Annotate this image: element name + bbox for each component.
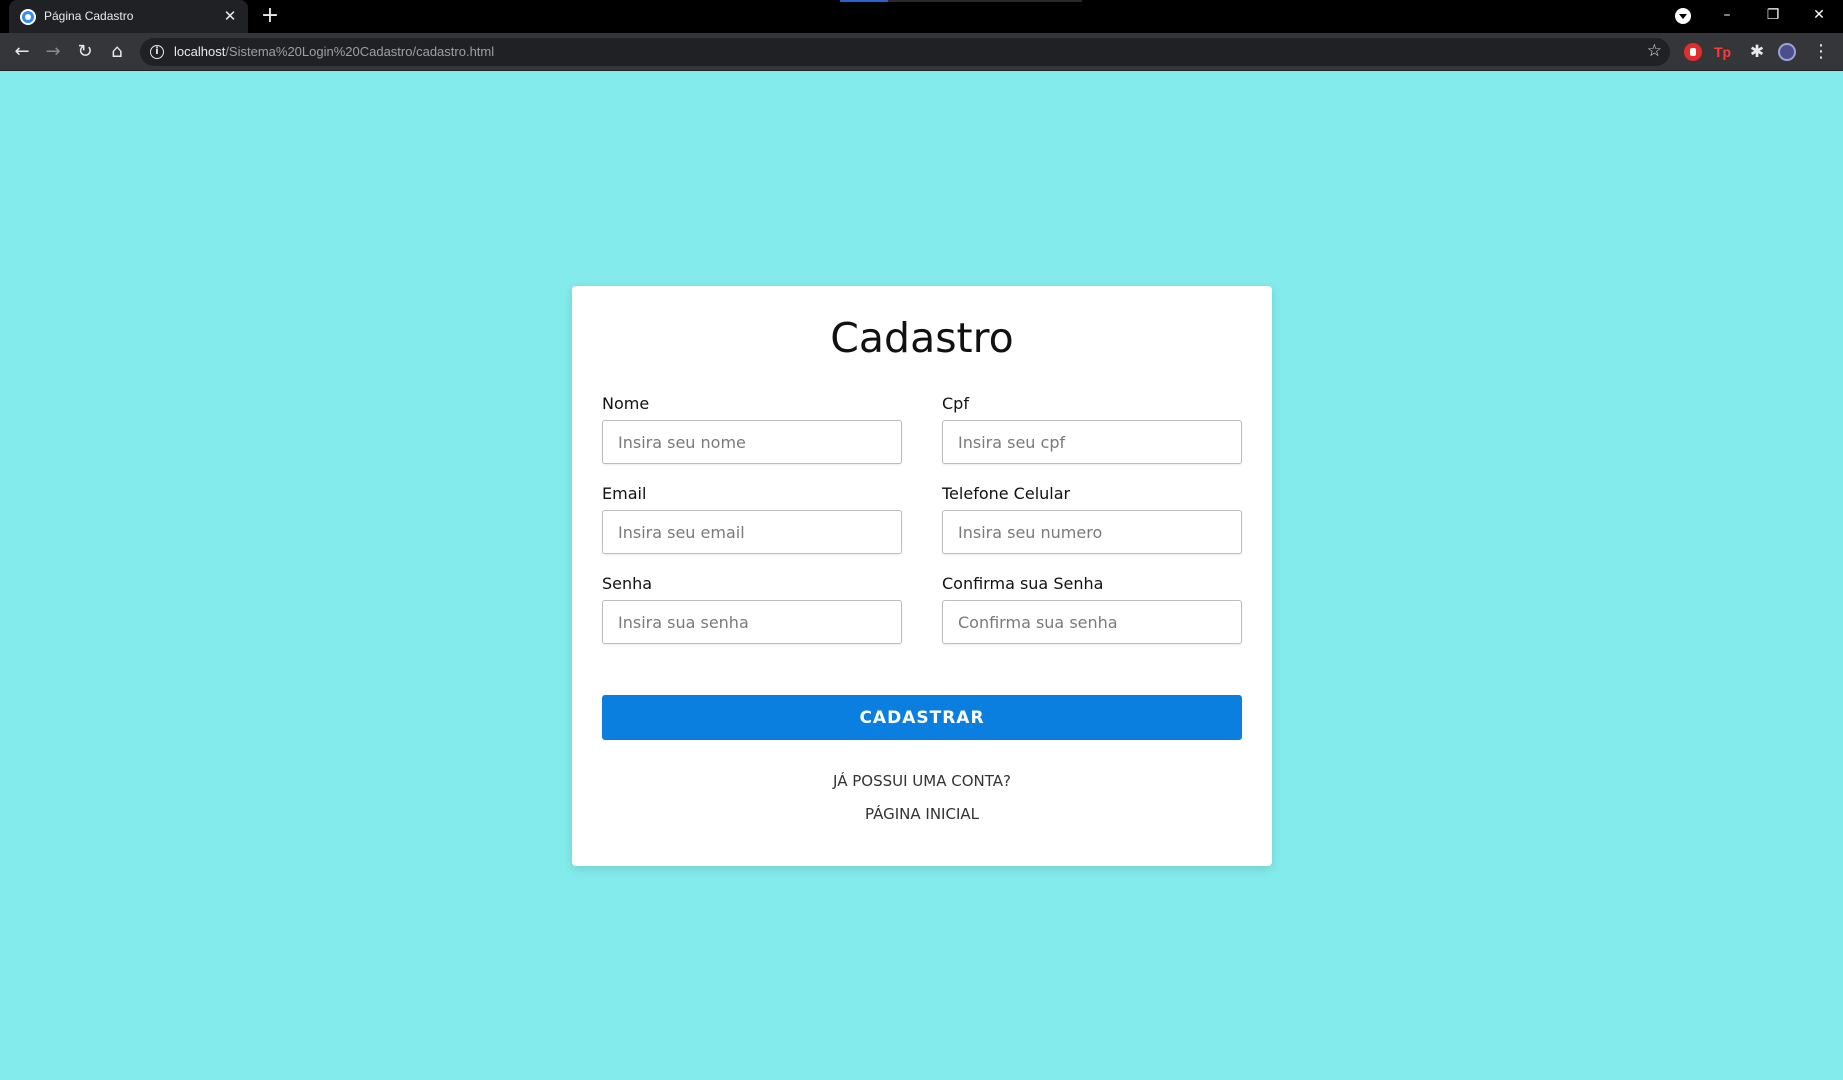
url-path: /Sistema%20Login%20Cadastro/cadastro.htm…	[225, 44, 495, 59]
cpf-input[interactable]	[942, 420, 1242, 464]
field-senha: Senha	[602, 574, 902, 644]
site-info-icon[interactable]: i	[150, 45, 164, 59]
reload-icon[interactable]: ↻	[73, 40, 97, 64]
page-background: Cadastro Nome Cpf Email Telefone Celular…	[0, 71, 1843, 1080]
tp-extension-icon[interactable]: Tp	[1714, 43, 1736, 61]
field-label: Cpf	[942, 394, 969, 413]
field-label: Nome	[602, 394, 650, 413]
browser-menu-icon[interactable]: ⋮	[1812, 43, 1830, 61]
field-label: Senha	[602, 574, 653, 593]
profile-avatar[interactable]	[1778, 43, 1796, 61]
browser-tab[interactable]: Página Cadastro ✕	[9, 0, 248, 33]
home-link[interactable]: PÁGINA INICIAL	[572, 805, 1272, 823]
field-label: Telefone Celular	[942, 484, 1071, 503]
minimize-icon[interactable]: –	[1704, 0, 1750, 30]
login-link[interactable]: JÁ POSSUI UMA CONTA?	[572, 772, 1272, 790]
close-window-icon[interactable]: ✕	[1796, 0, 1842, 30]
tab-title: Página Cadastro	[44, 9, 134, 23]
back-icon[interactable]: ←	[10, 40, 34, 64]
home-icon[interactable]: ⌂	[105, 40, 129, 64]
nome-input[interactable]	[602, 420, 902, 464]
browser-toolbar: ← → ↻ ⌂ i localhost/Sistema%20Login%20Ca…	[0, 33, 1843, 71]
field-nome: Nome	[602, 394, 902, 464]
extensions-puzzle-icon[interactable]: ✱	[1748, 43, 1766, 61]
url-text[interactable]: localhost/Sistema%20Login%20Cadastro/cad…	[174, 44, 494, 59]
field-cpf: Cpf	[942, 394, 1242, 464]
tab-search-icon[interactable]	[1675, 8, 1691, 24]
field-confirma-senha: Confirma sua Senha	[942, 574, 1242, 644]
address-bar[interactable]: i localhost/Sistema%20Login%20Cadastro/c…	[140, 38, 1670, 66]
field-email: Email	[602, 484, 902, 554]
adblock-extension-icon[interactable]	[1684, 43, 1702, 61]
bookmark-star-icon[interactable]: ☆	[1647, 41, 1662, 61]
confirma-senha-input[interactable]	[942, 600, 1242, 644]
browser-tab-bar: Página Cadastro ✕ + – ❐ ✕	[0, 0, 1843, 33]
cadastrar-button[interactable]: CADASTRAR	[602, 695, 1242, 740]
email-input[interactable]	[602, 510, 902, 554]
restore-icon[interactable]: ❐	[1750, 0, 1796, 30]
signup-card: Cadastro Nome Cpf Email Telefone Celular…	[572, 286, 1272, 866]
tab-strip-indicator	[840, 0, 1082, 2]
field-label: Confirma sua Senha	[942, 574, 1104, 593]
close-tab-icon[interactable]: ✕	[220, 6, 240, 26]
url-host: localhost	[174, 44, 226, 59]
field-label: Email	[602, 484, 647, 503]
tab-favicon-icon	[20, 9, 36, 25]
senha-input[interactable]	[602, 600, 902, 644]
telefone-input[interactable]	[942, 510, 1242, 554]
forward-icon[interactable]: →	[41, 40, 65, 64]
page-title: Cadastro	[830, 314, 1014, 362]
new-tab-icon[interactable]: +	[258, 4, 282, 28]
field-telefone: Telefone Celular	[942, 484, 1242, 554]
